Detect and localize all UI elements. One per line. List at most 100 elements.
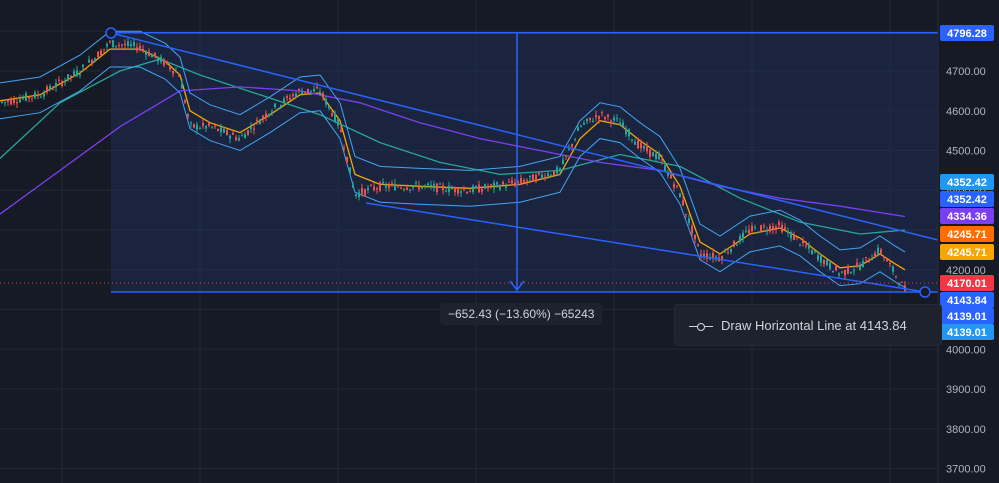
horizontal-line-icon (689, 322, 713, 332)
candle-body (175, 71, 177, 73)
candle-body (151, 54, 153, 58)
candle-body (412, 186, 414, 188)
candle-body (340, 129, 342, 133)
price-axis: 4700.004600.004500.004400.004200.004000.… (937, 0, 999, 483)
candle-body (769, 225, 771, 232)
candle-body (460, 191, 462, 193)
candle-body (853, 270, 855, 272)
candle-body (835, 266, 837, 271)
candle-body (538, 172, 540, 175)
candle-body (463, 189, 465, 191)
price-label-text: 4796.28 (947, 28, 987, 40)
y-tick-label: 4500.00 (946, 146, 986, 158)
candle-body (814, 251, 816, 253)
price-label-text: 4245.71 (947, 229, 987, 241)
candle-body (883, 256, 885, 259)
candle-body (361, 188, 363, 194)
candle-body (415, 182, 417, 184)
candle-body (367, 187, 369, 191)
candle-body (724, 251, 726, 253)
candle-body (616, 118, 618, 120)
candle-body (22, 97, 24, 99)
candle-body (322, 93, 324, 97)
candle-body (775, 226, 777, 231)
candle-body (103, 48, 105, 50)
candle-body (427, 183, 429, 186)
candle-body (208, 122, 210, 126)
candle-body (172, 70, 174, 74)
candle-body (217, 128, 219, 131)
candle-body (895, 275, 897, 277)
price-label-text: 4170.01 (947, 278, 987, 290)
candle-body (526, 180, 528, 182)
candle-body (370, 185, 372, 187)
y-tick-label: 4200.00 (946, 265, 986, 277)
candle-body (277, 108, 279, 110)
candle-body (607, 114, 609, 117)
candle-body (574, 138, 576, 141)
candle-body (562, 159, 564, 165)
y-tick-label: 3700.00 (946, 464, 986, 476)
candle-body (868, 261, 870, 263)
candle-body (736, 244, 738, 246)
candle-body (739, 236, 741, 243)
candle-body (826, 259, 828, 265)
candle-body (766, 230, 768, 232)
candle-body (862, 261, 864, 268)
candle-body (205, 125, 207, 129)
candle-body (130, 44, 132, 46)
candle-body (232, 133, 234, 135)
candle-body (592, 121, 594, 123)
candle-body (13, 98, 15, 104)
candle-body (511, 180, 513, 184)
candle-body (685, 213, 687, 215)
measure-tooltip: −652.43 (−13.60%) −65243 (440, 303, 603, 325)
candle-body (499, 186, 501, 190)
candle-body (757, 232, 759, 234)
candle-body (823, 260, 825, 265)
candle-body (472, 185, 474, 193)
y-tick-label: 3900.00 (946, 384, 986, 396)
candle-body (820, 255, 822, 263)
candle-body (748, 229, 750, 234)
candle-body (892, 266, 894, 272)
candle-body (754, 227, 756, 229)
candle-body (691, 225, 693, 234)
candle-body (682, 200, 684, 206)
candle-body (844, 269, 846, 276)
candle-body (439, 183, 441, 185)
candle-body (268, 113, 270, 116)
candle-body (193, 124, 195, 128)
candle-body (259, 121, 261, 125)
candle-body (658, 154, 660, 160)
candle-body (568, 148, 570, 150)
candle-body (253, 128, 255, 130)
candle-body (382, 182, 384, 184)
candle-body (304, 91, 306, 93)
candle-body (898, 284, 900, 286)
hline-tooltip[interactable]: Draw Horizontal Line at 4143.84 (674, 304, 942, 346)
candle-body (247, 130, 249, 135)
candle-body (586, 118, 588, 122)
candle-body (523, 180, 525, 184)
candle-body (811, 250, 813, 255)
candle-body (745, 230, 747, 232)
candle-body (358, 192, 360, 198)
candle-body (760, 225, 762, 232)
candle-body (493, 182, 495, 189)
candle-body (49, 85, 51, 90)
candle-body (58, 79, 60, 81)
candle-body (133, 42, 135, 46)
candle-body (52, 89, 54, 91)
price-chart[interactable]: 4700.004600.004500.004400.004200.004000.… (0, 0, 999, 483)
price-label-text: 4139.01 (947, 311, 987, 323)
candle-body (157, 57, 159, 62)
candle-body (490, 184, 492, 186)
candle-body (163, 59, 165, 66)
candle-body (619, 122, 621, 126)
candle-body (424, 185, 426, 187)
y-tick-label: 4700.00 (946, 66, 986, 78)
candle-body (97, 51, 99, 58)
candle-body (229, 135, 231, 139)
candle-body (100, 50, 102, 56)
